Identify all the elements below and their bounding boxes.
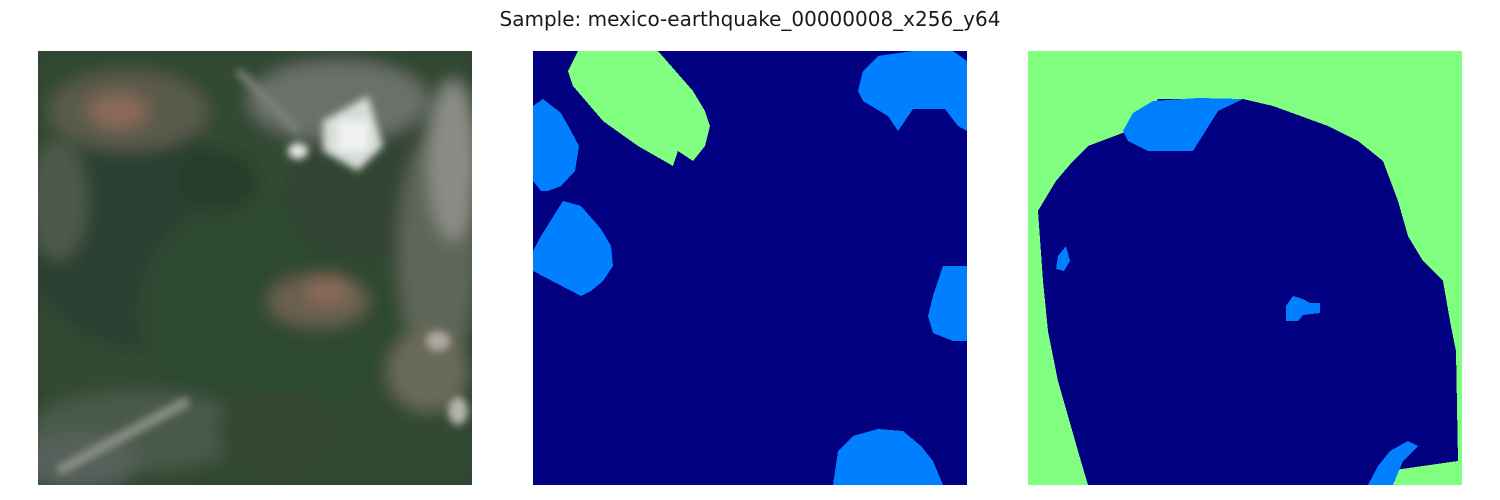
satellite-image: [38, 51, 472, 485]
figure-title: Sample: mexico-earthquake_00000008_x256_…: [499, 7, 1001, 31]
mask-b-panel: [1028, 51, 1462, 485]
satellite-image-panel: [38, 51, 472, 485]
mask-a: [533, 51, 967, 485]
mask-a-panel: [533, 51, 967, 485]
mask-b: [1028, 51, 1462, 485]
